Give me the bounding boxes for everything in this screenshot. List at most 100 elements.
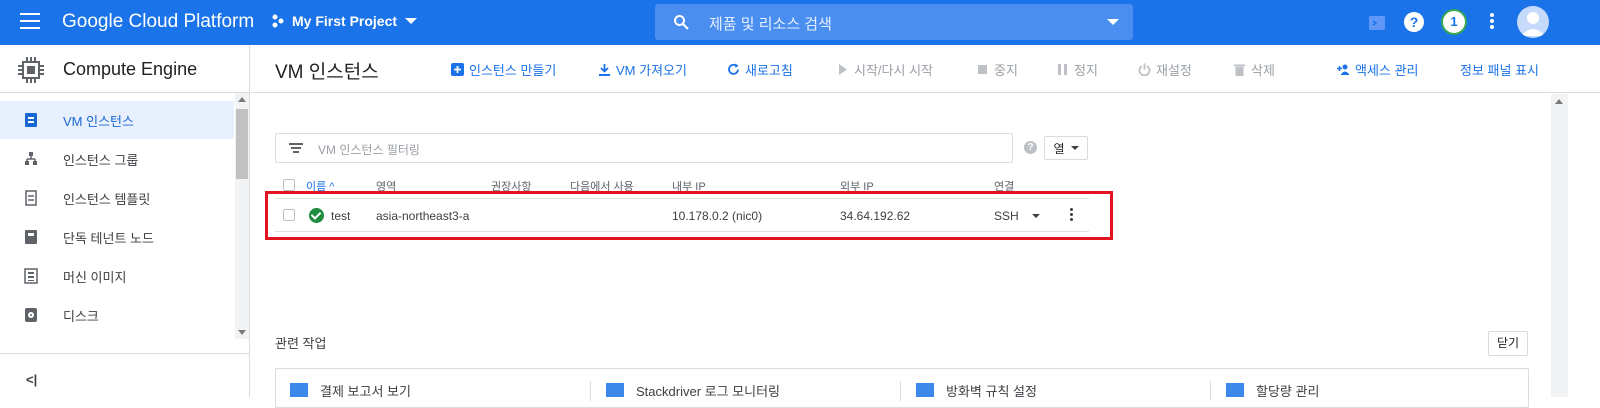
help-icon[interactable]: ? (1024, 141, 1037, 154)
chevron-down-icon[interactable] (1107, 19, 1119, 25)
scrollbar-thumb[interactable] (236, 109, 248, 179)
sidebar-item-disks[interactable]: 디스크 (0, 296, 234, 334)
quota-icon (1226, 383, 1244, 397)
project-selector[interactable]: My First Project (272, 13, 418, 29)
columns-label: 열 (1053, 141, 1065, 156)
filter-icon (289, 143, 303, 153)
sidebar-item-label: VM 인스턴스 (63, 113, 134, 129)
columns-button[interactable]: 열 (1044, 136, 1088, 160)
action-toolbar: VM 인스턴스 인스턴스 만들기 VM 가져오기 새로고침 시작/다시 시작 중… (251, 45, 1600, 93)
related-card-firewall[interactable]: 방화벽 규칙 설정 (900, 381, 1037, 401)
sidebar-scrollbar[interactable] (235, 93, 249, 339)
sidebar-item-instance-groups[interactable]: 인스턴스 그룹 (0, 140, 234, 178)
sidebar-item-label: 인스턴스 그룹 (63, 152, 139, 168)
create-instance-label: 인스턴스 만들기 (469, 63, 557, 78)
add-box-icon (451, 63, 464, 76)
scroll-up-icon[interactable] (1555, 99, 1563, 104)
refresh-label: 새로고침 (745, 63, 793, 78)
firewall-icon (916, 383, 934, 397)
disk-icon (25, 308, 37, 322)
billing-report-icon (290, 383, 308, 397)
download-icon (599, 64, 610, 76)
main-content: VM 인스턴스 필터링 ? 열 이름 ^ 영역 권장사항 다음에서 사용 내부 … (251, 94, 1551, 408)
reset-label: 재설정 (1156, 63, 1192, 78)
more-options-icon[interactable] (1490, 13, 1496, 31)
manage-access-label: 액세스 관리 (1355, 63, 1419, 78)
top-bar: Google Cloud Platform My First Project 제… (0, 0, 1600, 45)
power-icon (1138, 63, 1151, 76)
vm-instance-icon (25, 113, 37, 127)
chevron-down-icon (405, 18, 418, 24)
divider (900, 381, 901, 401)
related-actions-title: 관련 작업 (275, 336, 327, 351)
delete-label: 삭제 (1251, 63, 1275, 78)
sidebar-item-label: 인스턴스 템플릿 (63, 191, 151, 207)
divider (1210, 381, 1211, 401)
sidebar-item-vm-instances[interactable]: VM 인스턴스 (0, 101, 234, 139)
related-card-logging[interactable]: Stackdriver 로그 모니터링 (590, 381, 780, 401)
stop-button[interactable]: 중지 (976, 60, 1018, 79)
project-name: My First Project (292, 13, 398, 29)
pause-icon (1058, 64, 1067, 75)
brand-title[interactable]: Google Cloud Platform (62, 11, 254, 33)
cloud-shell-icon[interactable] (1366, 12, 1388, 34)
show-info-panel-label: 정보 패널 표시 (1460, 63, 1539, 78)
play-icon (839, 64, 847, 75)
show-info-panel-button[interactable]: 정보 패널 표시 (1460, 60, 1539, 79)
logging-icon (606, 383, 624, 397)
chevron-down-icon (1070, 146, 1079, 150)
project-icon (272, 14, 284, 28)
sidebar-header: Compute Engine (0, 45, 250, 93)
create-instance-button[interactable]: 인스턴스 만들기 (451, 60, 556, 79)
notifications-badge[interactable]: 1 (1441, 9, 1467, 35)
sidebar-footer: <| (0, 353, 249, 397)
import-vm-button[interactable]: VM 가져오기 (598, 60, 687, 79)
scroll-up-icon[interactable] (238, 97, 246, 102)
product-title: Compute Engine (63, 59, 198, 79)
reset-button[interactable]: 재설정 (1138, 60, 1192, 79)
instance-filter-input[interactable]: VM 인스턴스 필터링 (275, 133, 1013, 163)
machine-image-icon (24, 268, 38, 284)
pause-label: 정지 (1074, 63, 1098, 78)
sole-tenant-icon (25, 230, 37, 244)
select-all-checkbox[interactable] (283, 179, 295, 191)
start-label: 시작/다시 시작 (854, 63, 933, 78)
main-scrollbar[interactable] (1551, 94, 1568, 397)
close-button[interactable]: 닫기 (1488, 331, 1528, 356)
stop-label: 중지 (994, 63, 1018, 78)
pause-button[interactable]: 정지 (1056, 60, 1098, 79)
related-card-quotas[interactable]: 할당량 관리 (1210, 381, 1319, 401)
search-bar[interactable]: 제품 및 리소스 검색 (655, 4, 1133, 40)
menu-icon[interactable] (20, 13, 40, 29)
refresh-button[interactable]: 새로고침 (727, 60, 793, 79)
sidebar-item-instance-templates[interactable]: 인스턴스 템플릿 (0, 179, 234, 217)
sidebar: Compute Engine VM 인스턴스 인스턴스 그룹 인스턴스 템플릿 … (0, 45, 250, 397)
stop-icon (978, 65, 987, 74)
row-highlight-box (265, 191, 1113, 240)
help-icon[interactable]: ? (1404, 12, 1424, 32)
scroll-down-icon[interactable] (238, 330, 246, 335)
related-card-billing[interactable]: 결제 보고서 보기 (290, 381, 411, 400)
sidebar-item-sole-tenant-nodes[interactable]: 단독 테넌트 노드 (0, 218, 234, 256)
delete-button[interactable]: 삭제 (1233, 60, 1275, 79)
start-button[interactable]: 시작/다시 시작 (836, 60, 933, 79)
refresh-icon (728, 63, 739, 75)
related-actions-cards: 결제 보고서 보기 Stackdriver 로그 모니터링 방화벽 규칙 설정 … (275, 368, 1529, 408)
filter-placeholder: VM 인스턴스 필터링 (318, 143, 420, 157)
trash-icon (1234, 64, 1245, 76)
avatar[interactable] (1517, 6, 1549, 38)
add-person-icon (1337, 64, 1350, 75)
search-icon (674, 15, 689, 30)
sidebar-item-machine-images[interactable]: 머신 이미지 (0, 257, 234, 295)
divider (590, 381, 591, 401)
search-placeholder: 제품 및 리소스 검색 (709, 16, 832, 33)
manage-access-button[interactable]: 액세스 관리 (1337, 60, 1418, 79)
collapse-sidebar-icon[interactable]: <| (26, 372, 37, 387)
sidebar-item-label: 머신 이미지 (63, 269, 127, 285)
template-icon (25, 190, 37, 206)
compute-engine-icon (18, 57, 44, 83)
import-vm-label: VM 가져오기 (616, 63, 687, 78)
sidebar-item-label: 단독 테넌트 노드 (63, 230, 154, 246)
sidebar-item-label: 디스크 (63, 308, 99, 324)
instance-group-icon (25, 152, 37, 165)
